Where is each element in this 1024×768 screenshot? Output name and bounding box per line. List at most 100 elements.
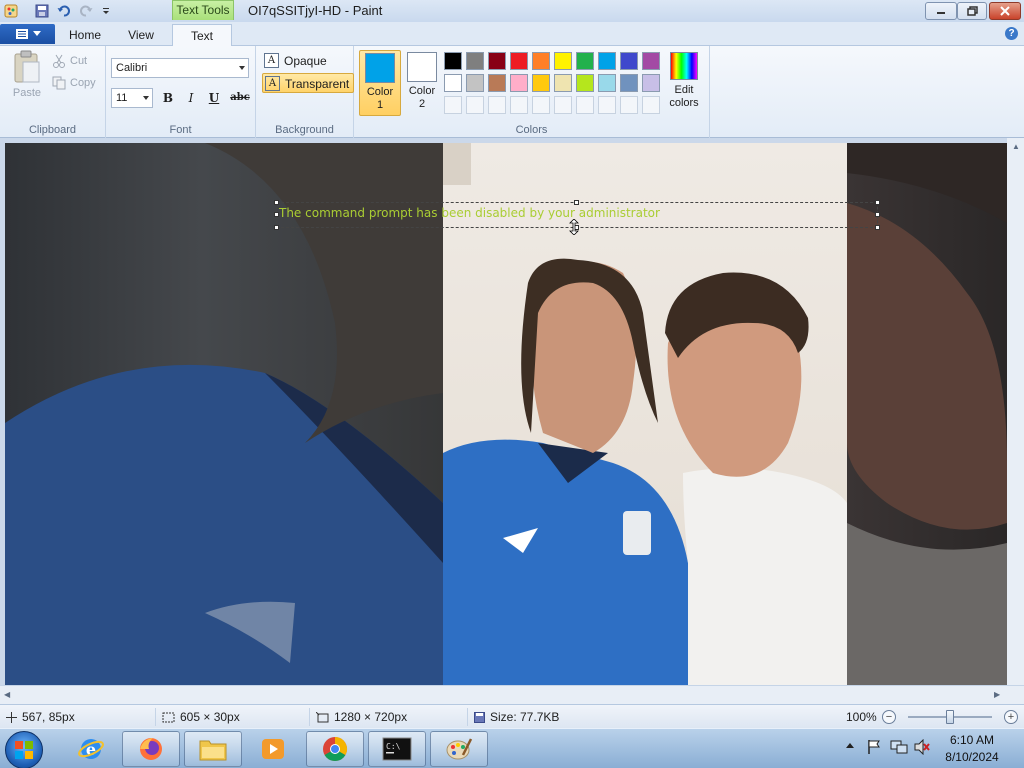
zoom-out-button[interactable]: − — [882, 710, 896, 724]
taskbar-chrome[interactable] — [306, 731, 364, 767]
empty-color-slot[interactable] — [554, 96, 572, 114]
scroll-right-icon[interactable]: ▶ — [994, 690, 1000, 699]
palette-color-swatch[interactable] — [554, 52, 572, 70]
customize-qat-icon[interactable] — [98, 3, 114, 19]
paste-button[interactable]: Paste — [8, 50, 46, 99]
edit-colors-label: Edit colors — [669, 84, 699, 109]
palette-color-swatch[interactable] — [554, 74, 572, 92]
taskbar-firefox[interactable] — [122, 731, 180, 767]
palette-color-swatch[interactable] — [510, 52, 528, 70]
font-size-select[interactable]: 11 — [111, 88, 153, 108]
resize-handle[interactable] — [875, 200, 880, 205]
image-canvas[interactable]: The command prompt has been disabled by … — [5, 143, 1007, 685]
system-clock[interactable]: 6:10 AM 8/10/2024 — [932, 732, 1012, 766]
chevron-up-icon — [846, 743, 854, 748]
color1-button[interactable]: Color 1 — [359, 50, 401, 116]
vertical-scrollbar[interactable]: ▲ — [1007, 138, 1024, 685]
tab-text[interactable]: Text — [172, 24, 232, 46]
empty-color-slot[interactable] — [576, 96, 594, 114]
redo-icon[interactable] — [78, 3, 94, 19]
action-center-icon[interactable] — [866, 739, 882, 758]
palette-color-swatch[interactable] — [620, 74, 638, 92]
cut-label: Cut — [70, 55, 88, 67]
bold-button[interactable]: B — [158, 88, 178, 108]
palette-color-swatch[interactable] — [488, 52, 506, 70]
taskbar-command-prompt[interactable]: C:\ — [368, 731, 426, 767]
resize-handle[interactable] — [274, 200, 279, 205]
empty-color-slot[interactable] — [532, 96, 550, 114]
palette-color-swatch[interactable] — [620, 52, 638, 70]
empty-color-slot[interactable] — [488, 96, 506, 114]
empty-color-slot[interactable] — [620, 96, 638, 114]
paint-app-icon[interactable] — [3, 3, 19, 19]
palette-color-swatch[interactable] — [444, 52, 462, 70]
palette-color-swatch[interactable] — [576, 74, 594, 92]
status-bar: 567, 85px 605 × 30px 1280 × 720px Size: … — [0, 704, 1024, 728]
palette-color-swatch[interactable] — [576, 52, 594, 70]
empty-color-slot[interactable] — [466, 96, 484, 114]
taskbar-internet-explorer[interactable]: e — [62, 731, 120, 767]
palette-color-swatch[interactable] — [598, 52, 616, 70]
color1-swatch — [365, 53, 395, 83]
taskbar-file-explorer[interactable] — [184, 731, 242, 767]
media-player-icon — [262, 739, 284, 759]
palette-color-swatch[interactable] — [642, 52, 660, 70]
resize-handle[interactable] — [574, 200, 579, 205]
undo-icon[interactable] — [56, 3, 72, 19]
resize-handle[interactable] — [875, 212, 880, 217]
transparent-label: Transparent — [285, 77, 350, 91]
transparent-button[interactable]: A Transparent — [262, 73, 355, 93]
resize-handle[interactable] — [875, 225, 880, 230]
empty-color-slot[interactable] — [444, 96, 462, 114]
minimize-button[interactable] — [925, 2, 957, 20]
zoom-slider-thumb[interactable] — [946, 710, 954, 724]
start-button[interactable] — [5, 731, 43, 768]
font-family-select[interactable]: Calibri — [111, 58, 249, 78]
help-icon[interactable]: ? — [1005, 27, 1018, 40]
palette-color-swatch[interactable] — [598, 74, 616, 92]
text-tools-context-label: Text Tools — [172, 0, 234, 20]
scroll-left-icon[interactable]: ◀ — [4, 690, 10, 699]
opaque-button[interactable]: A Opaque — [262, 51, 327, 71]
taskbar-paint[interactable] — [430, 731, 488, 767]
edit-colors-button[interactable]: Edit colors — [666, 52, 702, 110]
palette-color-swatch[interactable] — [466, 52, 484, 70]
palette-color-swatch[interactable] — [642, 74, 660, 92]
cut-button[interactable]: Cut — [52, 52, 87, 70]
empty-color-slot[interactable] — [598, 96, 616, 114]
show-hidden-icons[interactable] — [846, 739, 854, 753]
color2-button[interactable]: Color 2 — [401, 50, 443, 116]
palette-color-swatch[interactable] — [532, 52, 550, 70]
copy-button[interactable]: Copy — [52, 74, 96, 92]
volume-muted-icon[interactable] — [914, 738, 930, 758]
italic-button[interactable]: I — [181, 88, 201, 108]
paint-menu-button[interactable] — [0, 24, 55, 44]
tab-view[interactable]: View — [116, 24, 166, 46]
canvas-text-overlay[interactable]: The command prompt has been disabled by … — [279, 206, 660, 220]
opaque-label: Opaque — [284, 54, 327, 68]
zoom-in-button[interactable]: + — [1004, 710, 1018, 724]
palette-color-swatch[interactable] — [488, 74, 506, 92]
palette-color-swatch[interactable] — [510, 74, 528, 92]
restore-button[interactable] — [957, 2, 987, 20]
empty-color-slot[interactable] — [642, 96, 660, 114]
palette-color-swatch[interactable] — [532, 74, 550, 92]
horizontal-scrollbar[interactable]: ◀ ▶ — [0, 685, 1024, 704]
palette-color-swatch[interactable] — [444, 74, 462, 92]
chevron-down-icon — [143, 96, 149, 100]
window-title: OI7qSSITjyI-HD - Paint — [248, 3, 383, 18]
network-icon[interactable] — [890, 739, 908, 758]
underline-button[interactable]: U — [204, 88, 224, 108]
tab-home[interactable]: Home — [60, 24, 110, 46]
copy-icon — [52, 76, 66, 90]
clock-date: 8/10/2024 — [945, 750, 999, 764]
save-icon[interactable] — [34, 3, 50, 19]
resize-handle[interactable] — [274, 225, 279, 230]
close-button[interactable] — [989, 2, 1021, 20]
palette-color-swatch[interactable] — [466, 74, 484, 92]
taskbar-media-player[interactable] — [244, 731, 302, 767]
svg-text:C:\: C:\ — [386, 742, 401, 751]
strikethrough-button[interactable]: abc — [228, 88, 252, 108]
empty-color-slot[interactable] — [510, 96, 528, 114]
scroll-up-icon[interactable]: ▲ — [1012, 142, 1020, 151]
